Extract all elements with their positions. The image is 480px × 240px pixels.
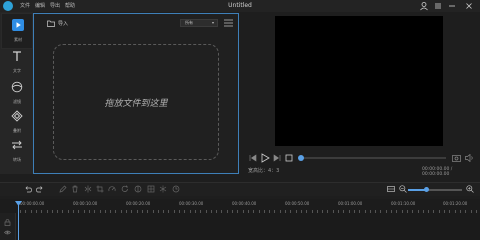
- delete-icon[interactable]: [71, 185, 79, 193]
- progress-handle[interactable]: [298, 155, 304, 161]
- drop-zone-hint: 拖放文件到这里: [104, 99, 168, 109]
- volume-icon[interactable]: [465, 154, 474, 162]
- zoom-out-icon[interactable]: [399, 185, 407, 193]
- ruler-label: 00:01:20.00: [443, 201, 468, 206]
- media-filter-select[interactable]: 所有 ▾: [180, 19, 218, 27]
- ruler-label: 00:01:10.00: [391, 201, 416, 206]
- split-icon[interactable]: [84, 185, 92, 193]
- filter-icon: [11, 81, 23, 93]
- step-back-icon[interactable]: [249, 154, 257, 162]
- playback-progress[interactable]: [300, 157, 446, 159]
- ruler-label: 00:00:10.00: [73, 201, 98, 206]
- speed-icon[interactable]: [108, 185, 116, 193]
- duration-icon[interactable]: [172, 185, 180, 193]
- redo-icon[interactable]: [36, 185, 44, 193]
- timeline-ruler[interactable]: 00:00:00.00 00:00:10.00 00:00:20.00 00:0…: [0, 199, 480, 213]
- aspect-ratio-label: 宽高比：4：3: [248, 168, 280, 174]
- chevron-down-icon: ▾: [211, 20, 214, 25]
- play-button[interactable]: [260, 153, 270, 163]
- window-title: Untitled: [228, 2, 252, 9]
- ruler-label: 00:00:20.00: [126, 201, 151, 206]
- overlay-icon: [11, 110, 23, 122]
- text-icon: [11, 50, 23, 62]
- undo-icon[interactable]: [24, 185, 32, 193]
- playback-time: 00:00:00.00 / 00:00:00.00: [422, 167, 453, 177]
- zoom-in-icon[interactable]: [466, 185, 474, 193]
- ruler-label: 00:00:30.00: [179, 201, 204, 206]
- close-icon[interactable]: [464, 1, 474, 11]
- step-forward-icon[interactable]: [273, 154, 281, 162]
- rotate-icon[interactable]: [121, 185, 129, 193]
- track-visibility-icon[interactable]: [4, 229, 11, 236]
- transition-icon: [11, 139, 23, 151]
- sidebar-item-transition[interactable]: 转场: [1, 134, 33, 170]
- ruler-label: 00:00:40.00: [232, 201, 257, 206]
- track-lock-icon[interactable]: [4, 219, 11, 226]
- edit-icon[interactable]: [59, 185, 67, 193]
- minimize-icon[interactable]: [447, 1, 457, 11]
- sidebar-item-label: 转场: [13, 157, 21, 162]
- media-icon: [12, 19, 24, 31]
- sidebar-item-label: 文字: [13, 68, 21, 73]
- ruler-label: 00:01:00.00: [338, 201, 363, 206]
- account-icon[interactable]: [419, 1, 429, 11]
- fit-timeline-icon[interactable]: [387, 185, 395, 193]
- snapshot-icon[interactable]: [452, 154, 461, 162]
- sidebar-item-media[interactable]: 素材: [1, 13, 33, 49]
- media-filter-value: 所有: [185, 20, 193, 25]
- stop-button[interactable]: [285, 154, 293, 162]
- crop-icon[interactable]: [96, 185, 104, 193]
- playhead[interactable]: [18, 205, 19, 240]
- import-label: 导入: [58, 21, 69, 27]
- ruler-label: 00:00:50.00: [285, 201, 310, 206]
- sidebar-item-label: 素材: [14, 37, 22, 42]
- list-view-icon[interactable]: [224, 19, 233, 27]
- mosaic-icon[interactable]: [147, 185, 155, 193]
- preview-screen: [275, 16, 443, 146]
- freeze-icon[interactable]: [159, 185, 167, 193]
- ruler-label: 00:00:00.00: [20, 201, 45, 206]
- timeline-track-area[interactable]: [0, 213, 480, 240]
- settings-icon[interactable]: [433, 1, 443, 11]
- color-icon[interactable]: [134, 185, 142, 193]
